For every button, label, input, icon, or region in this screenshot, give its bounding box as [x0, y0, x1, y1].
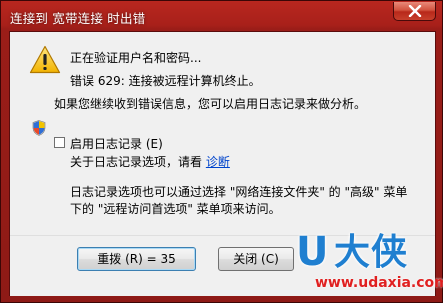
- enable-logging-checkbox[interactable]: [54, 137, 65, 148]
- logging-info: 关于日志记录选项，请看 诊断: [70, 153, 230, 170]
- window-close-button[interactable]: [393, 2, 436, 21]
- shield-icon: [32, 120, 46, 136]
- logging-note-line-1: 日志记录选项也可以通过选择 "网络连接文件夹" 的 "高级" 菜单: [70, 185, 408, 199]
- watermark-logo-text: 大侠: [334, 232, 409, 273]
- redial-button[interactable]: 重拨 (R) = 35: [77, 247, 196, 271]
- advice-text: 如果您继续收到错误信息，您可以启用日志记录来做分析。: [54, 97, 367, 111]
- enable-logging-label[interactable]: 启用日志记录 (E): [70, 135, 163, 152]
- title-bar[interactable]: 连接到 宽带连接 时出错: [1, 1, 442, 31]
- diagnose-link[interactable]: 诊断: [206, 155, 230, 169]
- error-text: 错误 629: 连接被远程计算机终止。: [70, 74, 261, 88]
- status-text: 正在验证用户名和密码...: [70, 51, 202, 65]
- close-button[interactable]: 关闭 (C): [218, 247, 294, 271]
- window-title: 连接到 宽带连接 时出错: [10, 11, 146, 26]
- logging-note-line-2: 下的 "远程访问首选项" 菜单项来访问。: [70, 202, 281, 216]
- logging-info-text: 关于日志记录选项，请看: [70, 155, 203, 169]
- close-icon: [408, 5, 422, 17]
- warning-icon: [29, 45, 61, 74]
- watermark-url: www.udaxia.com: [315, 275, 443, 291]
- watermark-logo-letter: U: [296, 229, 329, 275]
